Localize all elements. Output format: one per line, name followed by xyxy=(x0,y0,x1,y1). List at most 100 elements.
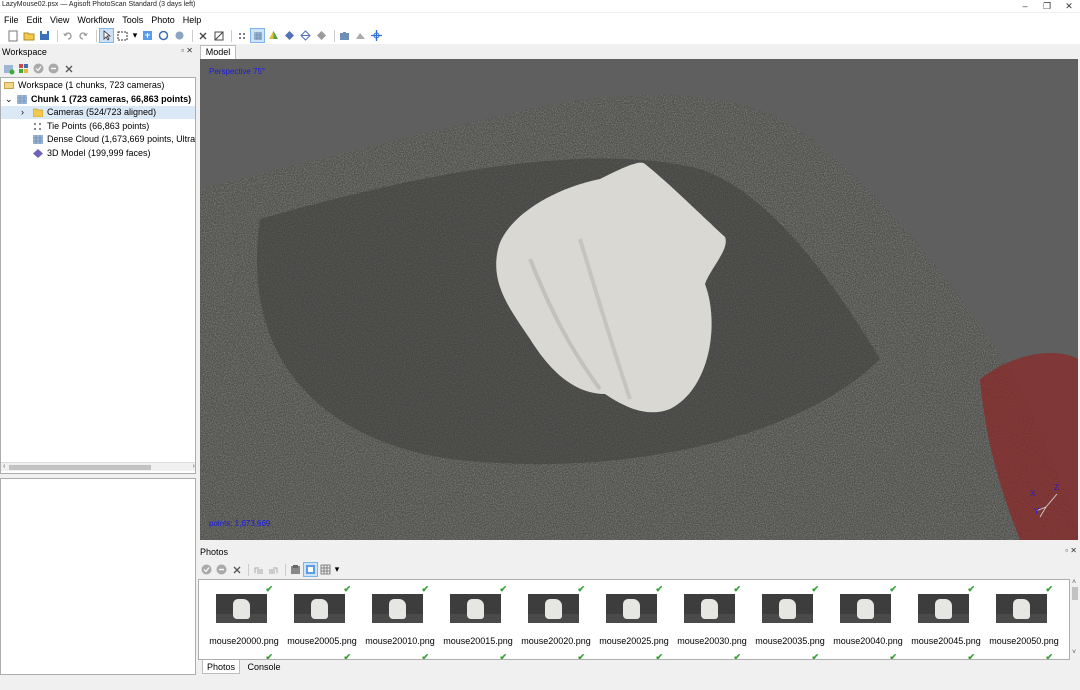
view-grid-icon[interactable] xyxy=(319,563,332,576)
shaded-model-icon[interactable] xyxy=(267,29,280,42)
restore-icon[interactable]: ❐ xyxy=(1036,0,1058,12)
aligned-check-icon: ✔ xyxy=(577,652,585,660)
aligned-check-icon: ✔ xyxy=(733,652,741,660)
crop-selection-icon[interactable] xyxy=(212,29,225,42)
menu-edit[interactable]: Edit xyxy=(23,13,47,27)
redo-icon[interactable] xyxy=(77,29,90,42)
photo-thumbnail[interactable]: ✔ mouse20005.png ✔ xyxy=(277,580,357,659)
textured-model-icon[interactable] xyxy=(315,29,328,42)
photos-pane-title: Photos xyxy=(200,547,229,557)
tab-console[interactable]: Console xyxy=(244,660,284,674)
add-photos-icon[interactable] xyxy=(17,62,30,75)
tree-item[interactable]: Tie Points (66,863 points) xyxy=(1,120,195,133)
scrollbar-thumb[interactable] xyxy=(1072,587,1078,600)
close-pane-icon[interactable]: ✕ xyxy=(1070,546,1077,555)
photo-thumbnail[interactable]: ✔ mouse20000.png ✔ xyxy=(199,580,279,659)
toolbar-divider xyxy=(96,29,97,42)
photo-thumbnail[interactable]: ✔ mouse20020.png ✔ xyxy=(511,580,591,660)
resize-region-icon[interactable] xyxy=(141,29,154,42)
photo-thumbnail[interactable]: ✔ mouse20040.png ✔ xyxy=(823,580,903,660)
dense-cloud-view-icon[interactable] xyxy=(250,28,265,43)
tree-item-label: Chunk 1 (723 cameras, 66,863 points) xyxy=(31,93,192,104)
import-masks-icon[interactable] xyxy=(289,563,302,576)
disable-camera-icon[interactable] xyxy=(47,62,60,75)
close-icon[interactable]: ✕ xyxy=(1058,0,1080,12)
scrollbar-thumb[interactable] xyxy=(9,465,151,470)
disable-photo-icon[interactable] xyxy=(215,563,228,576)
view-details-icon[interactable] xyxy=(303,562,318,577)
aligned-check-icon: ✔ xyxy=(889,652,897,660)
rotate-left-icon[interactable] xyxy=(252,563,265,576)
menu-workflow[interactable]: Workflow xyxy=(73,13,118,27)
open-folder-icon[interactable] xyxy=(22,29,35,42)
photo-thumbnail[interactable]: ✔ mouse20050.png ✔ xyxy=(979,580,1059,659)
tree-item[interactable]: › Cameras (524/723 aligned) xyxy=(1,106,195,119)
tab-photos[interactable]: Photos xyxy=(202,660,240,674)
tree-item[interactable]: 3D Model (199,999 faces) xyxy=(1,147,195,160)
minimize-icon[interactable]: – xyxy=(1014,0,1036,12)
photos-vertical-scrollbar[interactable]: ˄ ˅ xyxy=(1070,579,1080,660)
model-viewport[interactable]: Perspective 75° points: 1,673,669 X Z Y xyxy=(200,59,1078,540)
axis-z-label: Z xyxy=(1054,483,1059,492)
float-pane-icon[interactable]: ▫ xyxy=(181,46,184,55)
view-dropdown-icon[interactable]: ▾ xyxy=(334,563,340,576)
scroll-up-icon[interactable]: ˄ xyxy=(1072,579,1076,586)
rectangle-selection-icon[interactable] xyxy=(116,29,129,42)
tree-item[interactable]: ⌄ Chunk 1 (723 cameras, 66,863 points) xyxy=(1,93,195,106)
photo-thumbnail[interactable]: ✔ mouse20025.png ✔ xyxy=(589,580,669,659)
point-cloud-view-icon[interactable] xyxy=(235,29,248,42)
undo-icon[interactable] xyxy=(61,29,74,42)
collapse-arrow-icon[interactable]: ⌄ xyxy=(5,93,15,104)
scroll-down-icon[interactable]: ˅ xyxy=(1072,649,1076,656)
add-chunk-icon[interactable] xyxy=(2,62,15,75)
show-cameras-icon[interactable] xyxy=(338,29,351,42)
tree-item[interactable]: Workspace (1 chunks, 723 cameras) xyxy=(1,79,195,92)
enable-camera-icon[interactable] xyxy=(32,62,45,75)
remove-item-icon[interactable] xyxy=(62,62,75,75)
expand-arrow-icon[interactable]: › xyxy=(21,106,31,117)
remove-photo-icon[interactable] xyxy=(230,563,243,576)
close-pane-icon[interactable]: ✕ xyxy=(186,46,193,55)
rotate-region-icon[interactable] xyxy=(157,29,170,42)
menu-tools[interactable]: Tools xyxy=(118,13,147,27)
toolbar-divider xyxy=(285,563,286,576)
save-icon[interactable] xyxy=(38,29,51,42)
navigation-cursor-icon[interactable] xyxy=(99,28,114,43)
tab-model[interactable]: Model xyxy=(200,45,236,59)
reset-view-icon[interactable] xyxy=(370,29,383,42)
enable-photo-icon[interactable] xyxy=(200,563,213,576)
rotate-right-icon[interactable] xyxy=(267,563,280,576)
float-pane-icon[interactable]: ▫ xyxy=(1065,546,1068,555)
window-title: LazyMouse02.psx — Agisoft PhotoScan Stan… xyxy=(2,1,196,8)
show-region-icon[interactable] xyxy=(354,29,367,42)
properties-pane xyxy=(0,478,196,675)
menu-help[interactable]: Help xyxy=(179,13,206,27)
main-toolbar: ▾ xyxy=(0,27,1080,44)
photo-thumbnail[interactable]: ✔ mouse20015.png ✔ xyxy=(433,580,513,659)
photo-thumbnail[interactable]: ✔ mouse20030.png ✔ xyxy=(667,580,747,660)
photo-thumbnail[interactable]: ✔ mouse20035.png ✔ xyxy=(745,580,825,659)
point-cloud-render xyxy=(200,59,1078,540)
menu-file[interactable]: File xyxy=(0,13,23,27)
photo-filename: mouse20050.png xyxy=(989,636,1059,646)
tree-item[interactable]: Dense Cloud (1,673,669 points, Ultra xyxy=(1,133,195,146)
photo-thumbnail[interactable]: ✔ mouse20010.png ✔ xyxy=(355,580,435,660)
new-document-icon[interactable] xyxy=(6,29,19,42)
photo-preview xyxy=(996,594,1047,623)
scroll-right-icon[interactable]: › xyxy=(193,463,195,470)
menu-photo[interactable]: Photo xyxy=(147,13,179,27)
axis-gizmo: X Z Y xyxy=(1030,483,1066,523)
photos-toolbar: ▾ xyxy=(198,561,1080,578)
scroll-left-icon[interactable]: ‹ xyxy=(3,463,5,470)
solid-model-icon[interactable] xyxy=(283,29,296,42)
rotate-object-icon[interactable] xyxy=(173,29,186,42)
wireframe-model-icon[interactable] xyxy=(299,29,312,42)
photo-filename: mouse20015.png xyxy=(443,636,513,646)
menu-view[interactable]: View xyxy=(46,13,73,27)
delete-selection-icon[interactable] xyxy=(196,29,209,42)
workspace-horizontal-scrollbar[interactable]: ‹ › xyxy=(1,462,195,471)
selection-dropdown-icon[interactable]: ▾ xyxy=(132,29,138,42)
photo-thumbnail[interactable]: ✔ mouse20045.png ✔ xyxy=(901,580,981,659)
window-controls: – ❐ ✕ xyxy=(1014,0,1080,12)
aligned-check-icon: ✔ xyxy=(421,652,429,660)
